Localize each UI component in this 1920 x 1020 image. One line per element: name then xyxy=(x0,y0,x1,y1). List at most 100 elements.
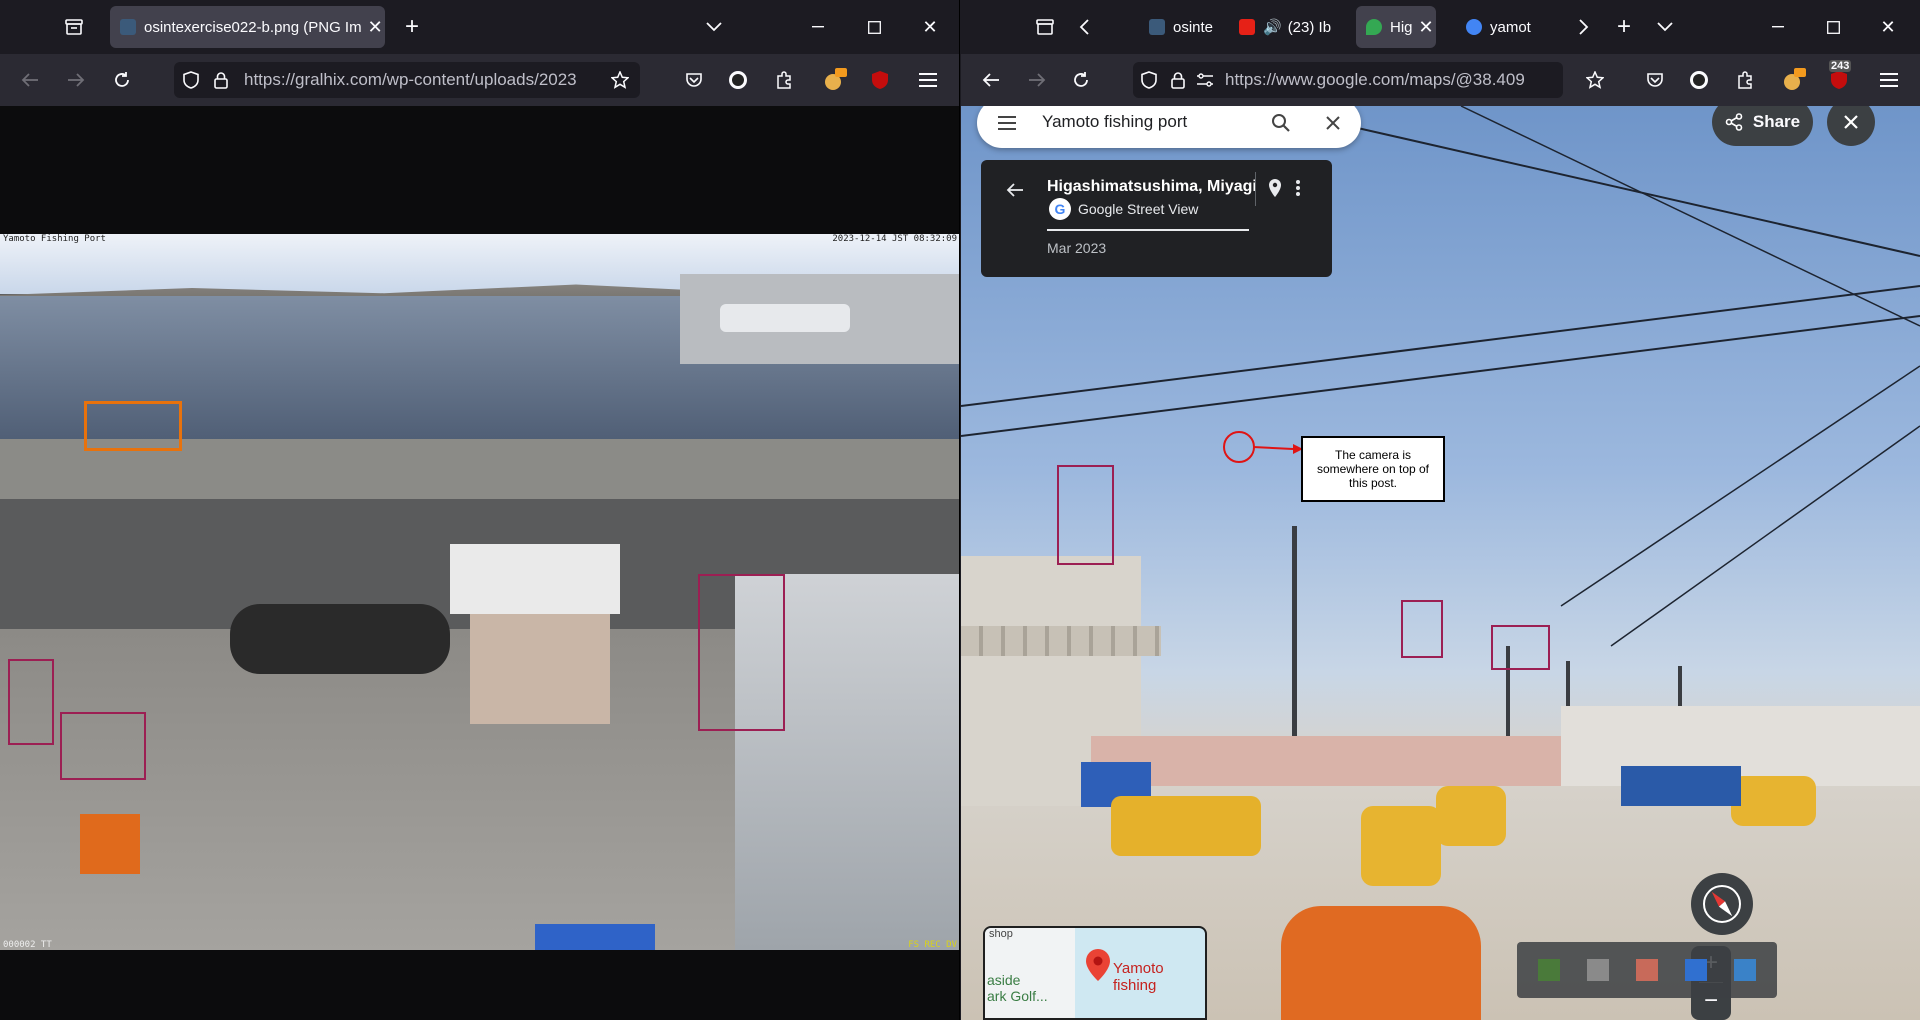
photo-thumbnail-1[interactable] xyxy=(1538,959,1561,981)
pocket-icon[interactable] xyxy=(680,66,708,94)
tab-osinte[interactable]: osinte xyxy=(1139,6,1229,48)
left-tab-bar: osintexercise022-b.png (PNG Im ✕ + ✕ xyxy=(0,0,959,54)
reload-icon[interactable] xyxy=(1067,66,1095,94)
camera-post-circle xyxy=(1223,431,1255,463)
buoy-pile xyxy=(230,604,450,674)
bookmark-star-icon[interactable] xyxy=(606,66,634,94)
maps-favicon-icon xyxy=(1366,19,1382,35)
tab-title: Hig xyxy=(1390,18,1413,36)
lock-icon[interactable] xyxy=(1165,63,1191,97)
menu-hamburger-icon[interactable] xyxy=(914,66,942,94)
list-tabs-chevron-down-icon[interactable] xyxy=(700,13,728,41)
extension-avatar-icon[interactable] xyxy=(1685,66,1713,94)
extension-badge-icon[interactable] xyxy=(1777,64,1809,96)
highlight-box-bollard xyxy=(1401,600,1443,658)
blue-crates xyxy=(535,924,655,950)
tab-title: (23) Ib xyxy=(1287,18,1332,36)
maps-search-box[interactable]: Yamoto fishing port xyxy=(977,106,1361,148)
ublock-origin-icon[interactable] xyxy=(866,66,894,94)
permissions-icon[interactable] xyxy=(1191,63,1219,97)
new-tab-icon[interactable]: + xyxy=(398,13,426,41)
left-nav-bar: https://gralhix.com/wp-content/uploads/2… xyxy=(0,54,959,106)
speaker-icon[interactable]: 🔊 xyxy=(1263,18,1282,36)
tab-png-image[interactable]: osintexercise022-b.png (PNG Im ✕ xyxy=(110,6,385,48)
overlay-bottom-right: FS REC DV xyxy=(908,940,957,950)
shield-icon[interactable] xyxy=(1133,63,1165,97)
left-url-bar[interactable]: https://gralhix.com/wp-content/uploads/2… xyxy=(174,62,640,98)
minimap[interactable]: shop aside ark Golf... Yamoto fishing xyxy=(983,926,1207,1020)
photo-thumbnail-3[interactable] xyxy=(1635,959,1658,981)
url-text: https://gralhix.com/wp-content/uploads/2… xyxy=(244,70,577,89)
minimap-place-label: Yamoto fishing xyxy=(1113,960,1164,994)
share-label: Share xyxy=(1752,112,1801,131)
left-browser-window: osintexercise022-b.png (PNG Im ✕ + ✕ htt… xyxy=(0,0,960,1020)
youtube-favicon-icon xyxy=(1239,19,1255,35)
tab-google-search[interactable]: yamot xyxy=(1456,6,1546,48)
close-window-icon[interactable]: ✕ xyxy=(1874,13,1902,41)
minimap-park-label: aside ark Golf... xyxy=(987,972,1048,1004)
extension-badge-icon[interactable] xyxy=(818,64,850,96)
highlight-box-mural xyxy=(1057,465,1114,565)
photo-thumbnail-5[interactable] xyxy=(1733,959,1756,981)
more-options-icon[interactable] xyxy=(1287,174,1309,202)
menu-hamburger-icon[interactable] xyxy=(993,109,1021,137)
scroll-tabs-left-chevron-icon[interactable] xyxy=(1073,13,1095,41)
share-icon xyxy=(1725,113,1743,131)
overlay-title: Yamoto Fishing Port xyxy=(3,234,106,244)
close-tab-icon[interactable]: ✕ xyxy=(1413,17,1434,38)
extension-avatar-icon[interactable] xyxy=(724,66,752,94)
ublock-origin-icon[interactable]: 243 xyxy=(1823,60,1855,96)
highlight-box-orange-object xyxy=(60,712,146,780)
right-url-bar[interactable]: https://www.google.com/maps/@38.409 xyxy=(1133,62,1563,98)
right-tab-bar: osinte 🔊 (23) Ib Hig ✕ yamot + ✕ xyxy=(961,0,1920,54)
back-arrow-icon[interactable] xyxy=(1001,176,1029,204)
pocket-icon[interactable] xyxy=(1641,66,1669,94)
extensions-puzzle-icon[interactable] xyxy=(1731,66,1759,94)
image-favicon-icon xyxy=(120,19,136,35)
timeline-bar[interactable] xyxy=(1047,229,1249,231)
menu-hamburger-icon[interactable] xyxy=(1875,66,1903,94)
back-arrow-icon[interactable] xyxy=(16,66,44,94)
street-view-panorama[interactable]: The camera is somewhere on top of this p… xyxy=(961,106,1920,1020)
maximize-icon[interactable] xyxy=(1819,13,1847,41)
photo-strip xyxy=(1517,942,1777,998)
highlight-box-mural xyxy=(698,574,785,731)
forward-arrow-icon[interactable] xyxy=(1023,66,1051,94)
overlay-timestamp: 2023-12-14 JST 08:32:09 xyxy=(832,234,957,244)
orange-highlight-box-truck xyxy=(84,401,182,451)
map-pin-icon xyxy=(1086,949,1110,981)
url-text: https://www.google.com/maps/@38.409 xyxy=(1225,70,1525,89)
photo-thumbnail-2[interactable] xyxy=(1587,959,1610,981)
back-arrow-icon[interactable] xyxy=(977,66,1005,94)
firefox-view-icon[interactable] xyxy=(1031,13,1059,41)
minimize-icon[interactable] xyxy=(804,13,832,41)
search-icon[interactable] xyxy=(1267,109,1295,137)
reload-icon[interactable] xyxy=(108,66,136,94)
tab-youtube[interactable]: 🔊 (23) Ib xyxy=(1229,6,1364,48)
minimize-icon[interactable] xyxy=(1764,13,1792,41)
tab-google-maps[interactable]: Hig ✕ xyxy=(1356,6,1436,48)
forward-arrow-icon[interactable] xyxy=(62,66,90,94)
shield-icon[interactable] xyxy=(174,63,208,97)
maximize-icon[interactable] xyxy=(860,13,888,41)
firefox-view-icon[interactable] xyxy=(60,13,88,41)
photo-thumbnail-4[interactable] xyxy=(1684,959,1707,981)
compass-icon[interactable] xyxy=(1691,873,1753,935)
close-tab-icon[interactable]: ✕ xyxy=(362,17,383,38)
extensions-puzzle-icon[interactable] xyxy=(770,66,798,94)
new-tab-icon[interactable]: + xyxy=(1610,13,1638,41)
share-button[interactable]: Share xyxy=(1712,106,1813,146)
ublock-count-badge: 243 xyxy=(1829,60,1852,72)
list-tabs-chevron-down-icon[interactable] xyxy=(1651,13,1679,41)
lock-icon[interactable] xyxy=(208,63,234,97)
clear-search-close-icon[interactable] xyxy=(1319,109,1347,137)
location-pin-icon[interactable] xyxy=(1261,174,1289,202)
scroll-tabs-right-chevron-icon[interactable] xyxy=(1573,13,1595,41)
cctv-port-image[interactable]: Yamoto Fishing Port 2023-12-14 JST 08:32… xyxy=(0,234,959,950)
ship xyxy=(720,304,850,332)
orange-object xyxy=(80,814,140,874)
search-input[interactable]: Yamoto fishing port xyxy=(1042,112,1187,132)
close-window-icon[interactable]: ✕ xyxy=(916,13,944,41)
bookmark-star-icon[interactable] xyxy=(1581,66,1609,94)
google-logo-icon: G xyxy=(1049,198,1071,220)
